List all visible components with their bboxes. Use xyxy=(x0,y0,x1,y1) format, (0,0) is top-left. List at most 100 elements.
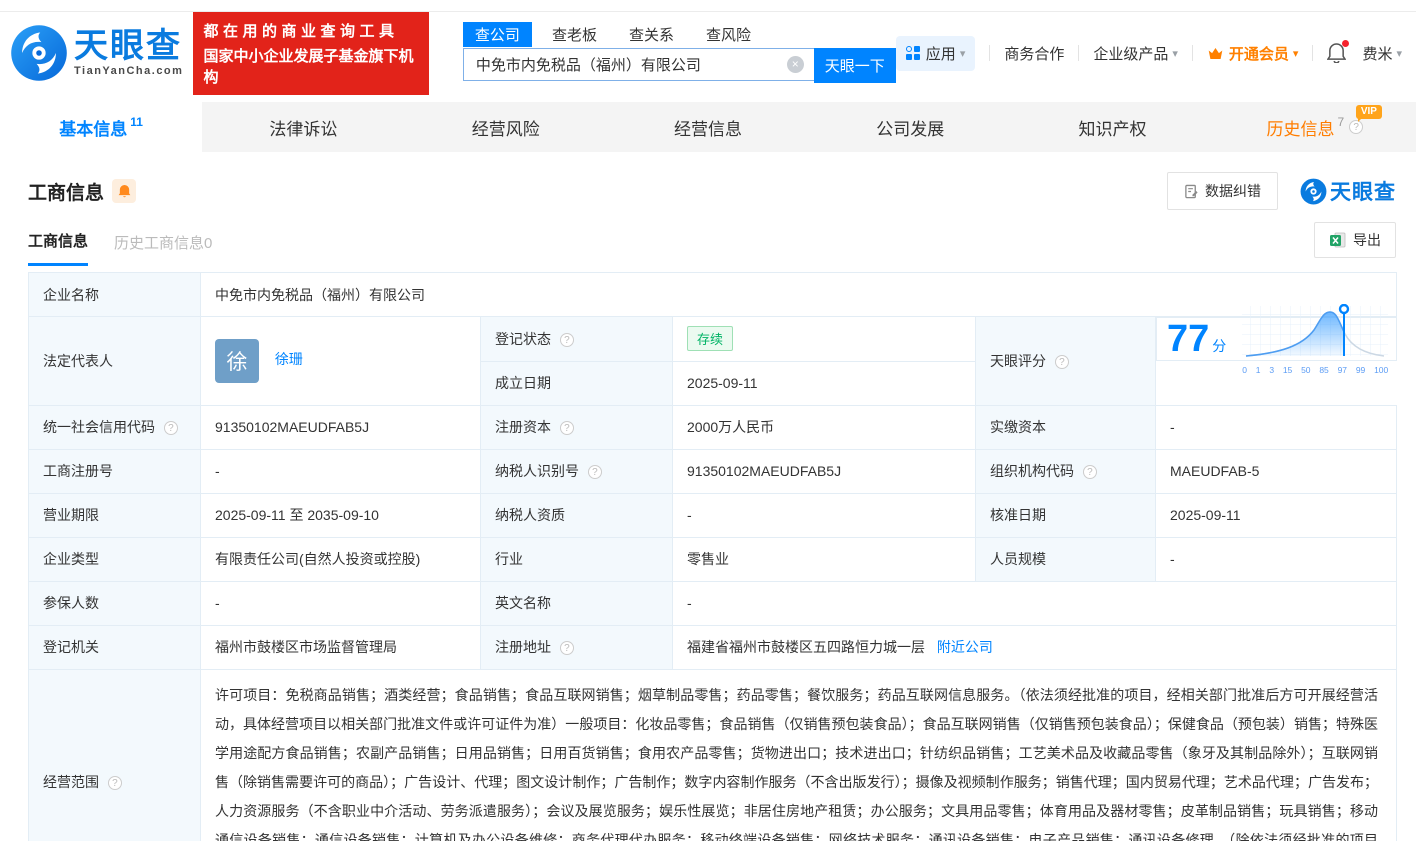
apps-grid-icon xyxy=(906,46,920,60)
table-row: 登记机关 福州市鼓楼区市场监督管理局 注册地址 ? 福建省福州市鼓楼区五四路恒力… xyxy=(29,625,1397,669)
legal-rep-link[interactable]: 徐珊 xyxy=(275,351,303,367)
business-scope-value: 许可项目：免税商品销售；酒类经营；食品销售；食品互联网销售；烟草制品零售；药品零… xyxy=(201,669,1397,841)
logo-text: 天眼查 xyxy=(74,29,183,63)
search-tab-company[interactable]: 查公司 xyxy=(463,22,532,47)
crown-icon xyxy=(1207,46,1224,61)
search-tab-boss[interactable]: 查老板 xyxy=(540,22,609,47)
address-value: 福建省福州市鼓楼区五四路恒力城一层 xyxy=(687,639,925,655)
chevron-down-icon: ▾ xyxy=(1293,47,1299,60)
subscribe-bell-icon[interactable] xyxy=(112,179,136,203)
industry-value: 零售业 xyxy=(673,537,976,581)
help-icon[interactable]: ? xyxy=(560,641,574,655)
tab-basic-info[interactable]: 基本信息 11 xyxy=(0,102,202,152)
taxpayer-id-value: 91350102MAEUDFAB5J xyxy=(673,449,976,493)
tab-legal-proceedings[interactable]: 法律诉讼 xyxy=(202,102,404,152)
search-input[interactable] xyxy=(463,48,814,81)
business-cooperation-link[interactable]: 商务合作 xyxy=(1004,43,1064,64)
scope-label-cell: 经营范围 ? xyxy=(29,669,201,841)
apps-menu[interactable]: 应用 ▾ xyxy=(896,36,976,71)
table-row: 法定代表人 徐 徐珊 登记状态 ? 存续 天眼评分 ? 77 分 xyxy=(29,317,1397,362)
help-icon[interactable]: ? xyxy=(1083,465,1097,479)
data-correction-button[interactable]: 数据纠错 xyxy=(1167,172,1278,210)
business-info-table: 企业名称 中免市内免税品（福州）有限公司 法定代表人 徐 徐珊 登记状态 ? 存… xyxy=(28,272,1397,841)
score-distribution-chart: 01 315 5085 9799 100 xyxy=(1240,304,1390,375)
score-axis-ticks: 01 315 5085 9799 100 xyxy=(1242,365,1388,375)
uscc-value: 91350102MAEUDFAB5J xyxy=(201,405,481,449)
insured-label: 参保人数 xyxy=(29,581,201,625)
tab-operation-info[interactable]: 经营信息 xyxy=(607,102,809,152)
org-code-value: MAEUDFAB-5 xyxy=(1156,449,1397,493)
vip-badge: VIP xyxy=(1356,105,1382,119)
industry-label: 行业 xyxy=(481,537,673,581)
tab-company-development[interactable]: 公司发展 xyxy=(809,102,1011,152)
reg-capital-label: 注册资本 xyxy=(495,419,551,435)
help-icon[interactable]: ? xyxy=(1349,120,1363,134)
chevron-down-icon: ▾ xyxy=(960,47,966,60)
search-tab-risk[interactable]: 查风险 xyxy=(694,22,763,47)
chevron-down-icon: ▾ xyxy=(1172,47,1178,60)
tab-operation-risk[interactable]: 经营风险 xyxy=(405,102,607,152)
top-divider xyxy=(0,0,1416,12)
address-label-cell: 注册地址 ? xyxy=(481,625,673,669)
company-type-label: 企业类型 xyxy=(29,537,201,581)
username: 费米 xyxy=(1362,43,1392,64)
legal-rep-label: 法定代表人 xyxy=(29,317,201,406)
search-button[interactable]: 天眼一下 xyxy=(814,48,896,83)
clear-icon[interactable]: × xyxy=(787,56,804,73)
reg-authority-label: 登记机关 xyxy=(29,625,201,669)
tab-count: 7 xyxy=(1337,115,1344,129)
subtab-business-info[interactable]: 工商信息 xyxy=(28,230,88,266)
help-icon[interactable]: ? xyxy=(560,333,574,347)
vip-label: 开通会员 xyxy=(1229,43,1289,64)
table-row: 营业期限 2025-09-11 至 2035-09-10 纳税人资质 - 核准日… xyxy=(29,493,1397,537)
table-row: 企业名称 中免市内免税品（福州）有限公司 xyxy=(29,273,1397,317)
help-icon[interactable]: ? xyxy=(560,421,574,435)
score-unit: 分 xyxy=(1212,336,1226,356)
section-header: 工商信息 数据纠错 天眼查 xyxy=(28,172,1396,210)
help-icon[interactable]: ? xyxy=(1055,355,1069,369)
reg-number-label: 工商注册号 xyxy=(29,449,201,493)
table-row: 统一社会信用代码 ? 91350102MAEUDFAB5J 注册资本 ? 200… xyxy=(29,405,1397,449)
notification-bell-icon[interactable] xyxy=(1327,43,1346,63)
enterprise-products-menu[interactable]: 企业级产品 ▾ xyxy=(1093,43,1178,64)
divider xyxy=(989,45,990,61)
vip-upgrade-menu[interactable]: 开通会员 ▾ xyxy=(1207,43,1299,64)
company-name-label: 企业名称 xyxy=(29,273,201,317)
help-icon[interactable]: ? xyxy=(588,465,602,479)
paid-capital-label: 实缴资本 xyxy=(976,405,1156,449)
taxpayer-quality-value: - xyxy=(673,493,976,537)
tab-label: 历史信息 xyxy=(1266,115,1334,140)
tab-intellectual-property[interactable]: 知识产权 xyxy=(1011,102,1213,152)
logo-subtext: TianYanCha.com xyxy=(74,65,183,77)
divider xyxy=(1312,45,1313,61)
approval-date-label: 核准日期 xyxy=(976,493,1156,537)
tab-label: 法律诉讼 xyxy=(269,115,337,140)
tianyancha-logo[interactable]: 天眼查 TianYanCha.com xyxy=(10,24,183,82)
subtabs: 工商信息 历史工商信息0 导出 xyxy=(28,230,1396,266)
taxpayer-id-label-cell: 纳税人识别号 ? xyxy=(481,449,673,493)
english-name-label: 英文名称 xyxy=(481,581,673,625)
tianyancha-swirl-icon xyxy=(10,24,68,82)
nearby-companies-link[interactable]: 附近公司 xyxy=(937,639,993,655)
avatar[interactable]: 徐 xyxy=(215,339,259,383)
reg-authority-value: 福州市鼓楼区市场监督管理局 xyxy=(201,625,481,669)
divider xyxy=(1192,45,1193,61)
score-value: 77 xyxy=(1167,320,1209,358)
subtab-history-business-info[interactable]: 历史工商信息0 xyxy=(114,232,212,265)
establish-date-label: 成立日期 xyxy=(481,361,673,405)
user-menu[interactable]: 费米 ▾ xyxy=(1362,43,1402,64)
help-icon[interactable]: ? xyxy=(108,776,122,790)
promo-banner: 都在用的商业查询工具 国家中小企业发展子基金旗下机构 xyxy=(193,12,428,95)
tab-history-info[interactable]: VIP 历史信息 7 ? xyxy=(1214,102,1416,152)
header-right-nav: 应用 ▾ 商务合作 企业级产品 ▾ 开通会员 ▾ 费米 ▾ xyxy=(896,36,1402,71)
tab-count: 11 xyxy=(130,115,143,129)
search-tab-relation[interactable]: 查关系 xyxy=(617,22,686,47)
company-name-value: 中免市内免税品（福州）有限公司 xyxy=(201,273,1397,317)
help-icon[interactable]: ? xyxy=(164,421,178,435)
promo-line1: 都在用的商业查询工具 xyxy=(203,20,418,41)
tab-label: 知识产权 xyxy=(1079,115,1147,140)
header: 天眼查 TianYanCha.com 都在用的商业查询工具 国家中小企业发展子基… xyxy=(0,12,1416,94)
org-code-label-cell: 组织机构代码 ? xyxy=(976,449,1156,493)
paid-capital-value: - xyxy=(1156,405,1397,449)
export-button[interactable]: 导出 xyxy=(1314,222,1396,258)
